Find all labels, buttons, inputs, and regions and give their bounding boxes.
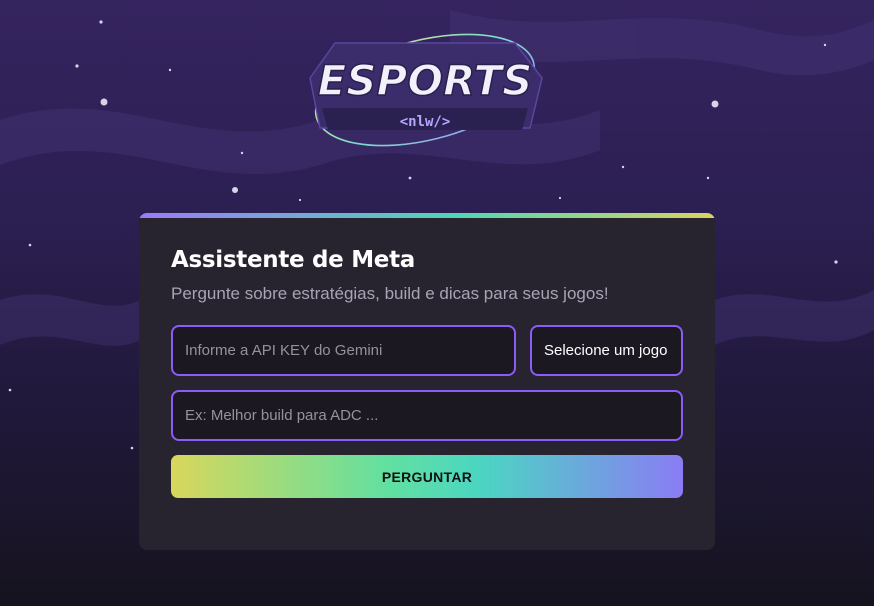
question-input[interactable] (171, 390, 683, 441)
card-subtitle: Pergunte sobre estratégias, build e dica… (171, 284, 609, 303)
esports-nlw-logo: ESPORTS <nlw/> (309, 33, 543, 147)
card-title: Assistente de Meta (171, 247, 415, 273)
api-key-input[interactable] (171, 325, 516, 376)
meta-assistant-card: Assistente de Meta Pergunte sobre estrat… (139, 213, 715, 550)
logo-tag: <nlw/> (400, 114, 451, 130)
ask-button[interactable]: PERGUNTAR (171, 455, 683, 498)
game-select[interactable]: Selecione um jogo (530, 325, 683, 376)
logo-wordmark: ESPORTS (318, 56, 533, 105)
card-gradient-bar (139, 213, 715, 218)
